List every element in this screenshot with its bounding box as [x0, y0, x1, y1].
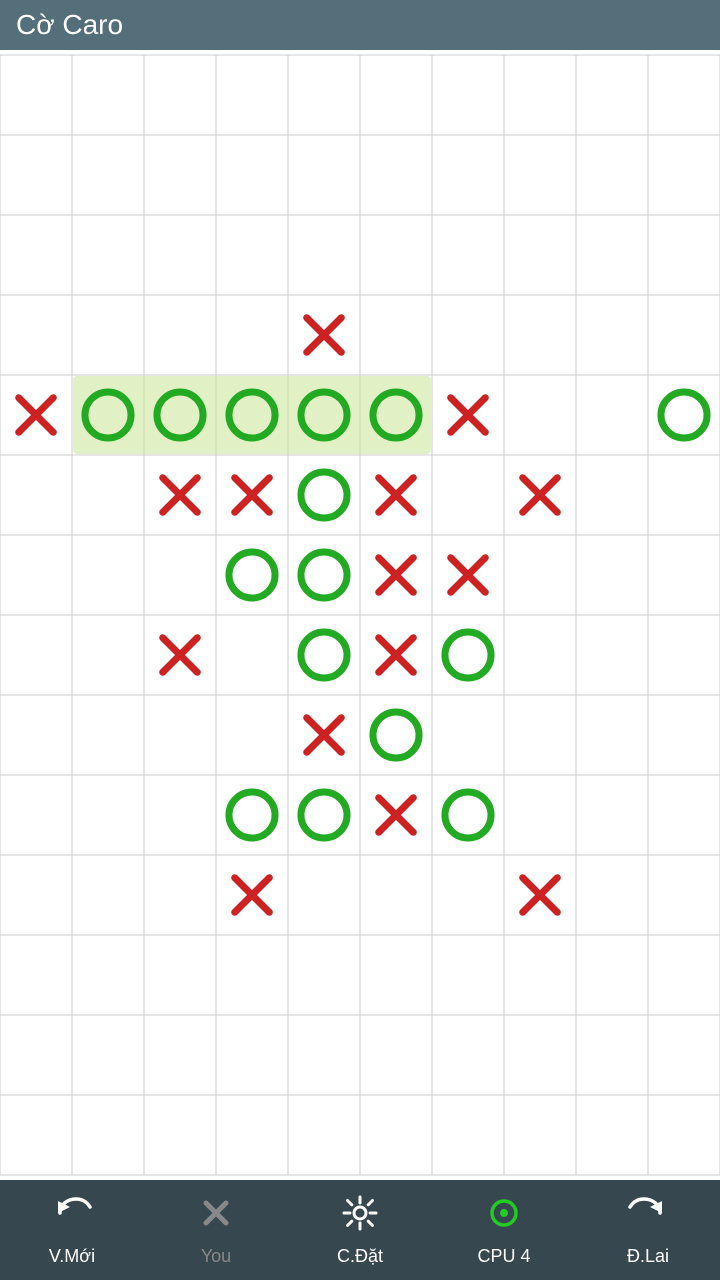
toolbar-label-settings: C.Đặt: [337, 1246, 383, 1267]
toolbar-label-undo: Đ.Lai: [627, 1246, 669, 1267]
toolbar-icon-settings: [340, 1193, 380, 1242]
toolbar-item-cpu[interactable]: CPU 4: [432, 1185, 576, 1275]
toolbar-item-undo[interactable]: Đ.Lai: [576, 1185, 720, 1275]
app-title: Cờ Caro: [16, 9, 123, 41]
game-board[interactable]: [0, 50, 720, 1180]
toolbar-item-settings[interactable]: C.Đặt: [288, 1185, 432, 1275]
toolbar-icon-new-game: [52, 1193, 92, 1242]
app-header: Cờ Caro: [0, 0, 720, 50]
toolbar-label-new-game: V.Mới: [49, 1246, 95, 1267]
toolbar-label-you: You: [201, 1246, 231, 1267]
toolbar-label-cpu: CPU 4: [477, 1246, 530, 1267]
bottom-toolbar: V.Mới You C.Đặt CPU 4 Đ.Lai: [0, 1180, 720, 1280]
toolbar-item-you[interactable]: You: [144, 1185, 288, 1275]
toolbar-icon-cpu: [484, 1193, 524, 1242]
toolbar-item-new-game[interactable]: V.Mới: [0, 1185, 144, 1275]
toolbar-icon-you: [196, 1193, 236, 1242]
toolbar-icon-undo: [628, 1193, 668, 1242]
